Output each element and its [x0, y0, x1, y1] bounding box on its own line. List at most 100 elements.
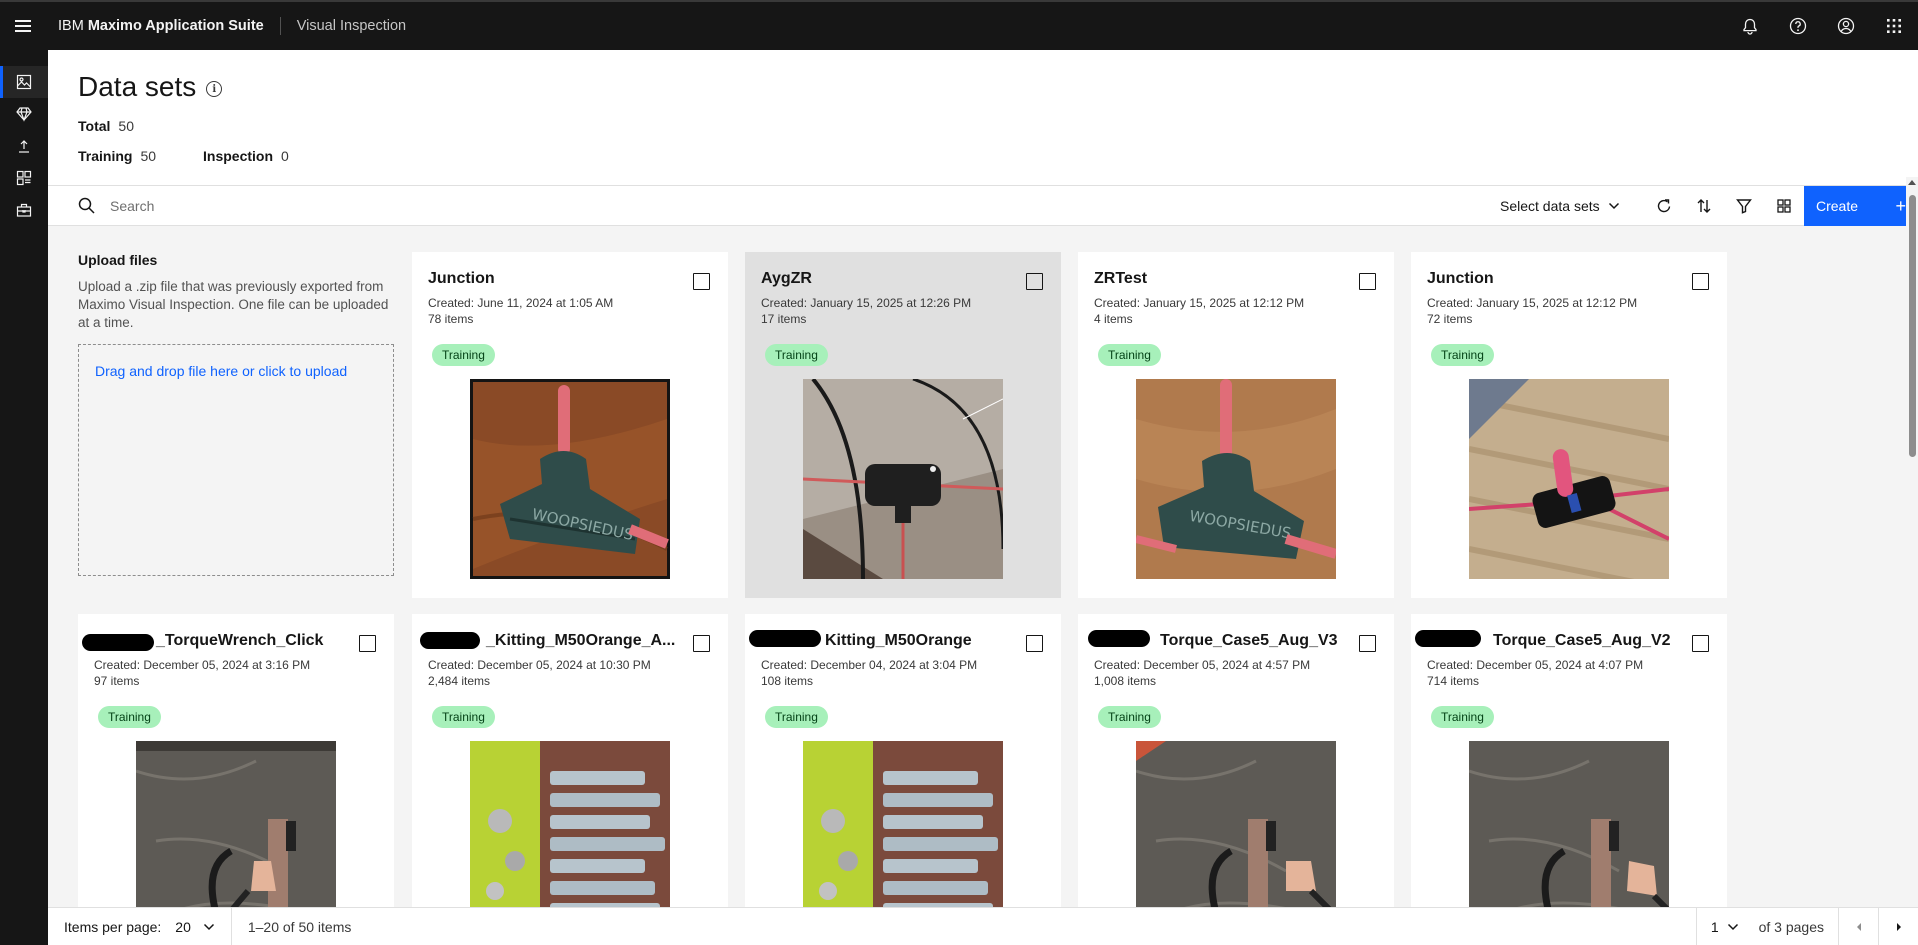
card-thumbnail[interactable]	[1136, 741, 1336, 907]
card-title-text: _TorqueWrench_Click	[156, 632, 324, 649]
brand-prefix: IBM	[58, 18, 84, 34]
info-icon[interactable]: i	[206, 81, 223, 97]
top-header: IBM Maximo Application Suite Visual Insp…	[0, 0, 1918, 50]
card-item-count: 72 items	[1427, 312, 1473, 326]
card-checkbox[interactable]	[693, 635, 710, 652]
plus-icon: +	[1895, 196, 1906, 216]
create-button[interactable]: Create +	[1804, 186, 1918, 226]
training-tag: Training	[1098, 706, 1161, 728]
brand[interactable]: IBM Maximo Application Suite	[46, 17, 281, 35]
stat-total-value: 50	[118, 118, 134, 134]
refresh-icon[interactable]	[1644, 186, 1684, 226]
card-thumbnail[interactable]	[136, 741, 336, 907]
upload-dropzone[interactable]: Drag and drop file here or click to uplo…	[78, 344, 394, 576]
user-avatar-icon[interactable]	[1822, 2, 1870, 50]
search-icon	[78, 197, 95, 219]
card-created: Created: December 04, 2024 at 3:04 PM	[761, 658, 978, 672]
card-checkbox[interactable]	[1692, 273, 1709, 290]
card-title[interactable]: AygZR	[761, 270, 1011, 288]
card-thumbnail[interactable]	[1469, 741, 1669, 907]
grid-view-icon[interactable]	[1764, 186, 1804, 226]
redaction	[82, 634, 154, 651]
card-item-count: 2,484 items	[428, 674, 491, 688]
card-title[interactable]: ZRTest	[1094, 270, 1344, 288]
stat-inspection: Inspection 0	[203, 148, 289, 164]
card-checkbox[interactable]	[359, 635, 376, 652]
scroll-up-icon[interactable]	[1908, 180, 1916, 185]
card-thumbnail[interactable]	[803, 741, 1003, 907]
training-tag: Training	[1431, 344, 1494, 366]
page-total: of 3 pages	[1758, 919, 1824, 935]
filter-icon[interactable]	[1724, 186, 1764, 226]
create-button-label: Create	[1816, 198, 1859, 214]
scrollbar[interactable]	[1906, 177, 1918, 857]
card-created: Created: December 05, 2024 at 4:07 PM	[1427, 658, 1644, 672]
stat-inspection-label: Inspection	[203, 148, 274, 164]
card-checkbox[interactable]	[1026, 635, 1043, 652]
dataset-card[interactable]: ZRTest Created: January 15, 2025 at 12:1…	[1078, 252, 1394, 598]
prev-page-button[interactable]	[1838, 908, 1878, 945]
card-thumbnail[interactable]: WOOPSIEDUS	[1136, 379, 1336, 579]
card-thumbnail[interactable]: WOOPSIEDUS	[470, 379, 670, 579]
dataset-card[interactable]: Kitting_M50Orange Created: December 04, …	[745, 614, 1061, 907]
training-tag: Training	[432, 344, 495, 366]
card-created: Created: June 11, 2024 at 1:05 AM	[428, 296, 614, 310]
product-name: Visual Inspection	[296, 18, 407, 34]
nav-toolbox-icon[interactable]	[0, 194, 48, 226]
items-per-page-value: 20	[175, 918, 191, 935]
nav-models-icon[interactable]	[0, 98, 48, 130]
stat-training-value: 50	[140, 148, 157, 164]
select-data-sets-dropdown[interactable]: Select data sets	[1488, 186, 1632, 226]
training-tag: Training	[1098, 344, 1161, 366]
side-nav	[0, 50, 48, 945]
training-tag: Training	[98, 706, 161, 728]
chevron-down-icon	[1608, 202, 1619, 210]
sort-icon[interactable]	[1684, 186, 1724, 226]
card-thumbnail[interactable]	[470, 741, 670, 907]
card-created: Created: December 05, 2024 at 3:16 PM	[94, 658, 311, 672]
chevron-down-icon	[203, 923, 214, 930]
dataset-card[interactable]: AygZR Created: January 15, 2025 at 12:26…	[745, 252, 1061, 598]
dataset-card[interactable]: _Kitting_M50Orange_A... Created: Decembe…	[412, 614, 728, 907]
stat-total: Total 50	[78, 118, 134, 134]
dataset-card[interactable]: _TorqueWrench_Click Created: December 05…	[78, 614, 394, 907]
card-created: Created: January 15, 2025 at 12:26 PM	[761, 296, 972, 310]
dataset-card[interactable]: Torque_Case5_Aug_V3 Created: December 05…	[1078, 614, 1394, 907]
stat-inspection-value: 0	[281, 148, 289, 164]
scroll-thumb[interactable]	[1909, 195, 1916, 457]
app-switcher-icon[interactable]	[1870, 2, 1918, 50]
toolbar: Select data sets Create +	[48, 186, 1918, 226]
page-select[interactable]: 1	[1695, 908, 1753, 945]
card-item-count: 4 items	[1094, 312, 1133, 326]
card-created: Created: December 05, 2024 at 10:30 PM	[428, 658, 651, 672]
items-per-page-select[interactable]: 20	[161, 907, 232, 945]
training-tag: Training	[765, 706, 828, 728]
chevron-down-icon	[1727, 923, 1738, 931]
card-title[interactable]: Junction	[428, 270, 678, 288]
help-icon[interactable]	[1774, 2, 1822, 50]
main-content: Data sets i Total 50 Training 50 Inspectio…	[48, 50, 1918, 945]
stat-training: Training 50	[78, 148, 156, 164]
nav-deploy-icon[interactable]	[0, 130, 48, 162]
nav-datasets-icon[interactable]	[0, 66, 48, 98]
card-checkbox[interactable]	[1692, 635, 1709, 652]
next-page-button[interactable]	[1878, 908, 1918, 945]
card-checkbox[interactable]	[1026, 273, 1043, 290]
card-checkbox[interactable]	[1359, 273, 1376, 290]
card-thumbnail[interactable]	[1469, 379, 1669, 579]
item-range: 1–20 of 50 items	[247, 918, 352, 935]
card-checkbox[interactable]	[693, 273, 710, 290]
dropzone-link[interactable]: Drag and drop file here or click to uplo…	[95, 363, 347, 379]
hamburger-icon[interactable]	[0, 2, 46, 50]
card-title[interactable]: Junction	[1427, 270, 1677, 288]
dataset-card[interactable]: Junction Created: January 15, 2025 at 12…	[1411, 252, 1727, 598]
card-thumbnail[interactable]	[803, 379, 1003, 579]
dataset-card[interactable]: Junction Created: June 11, 2024 at 1:05 …	[412, 252, 728, 598]
nav-dashboard-icon[interactable]	[0, 162, 48, 194]
brand-name: Maximo Application Suite	[87, 18, 264, 34]
bell-icon[interactable]	[1726, 2, 1774, 50]
dataset-card[interactable]: Torque_Case5_Aug_V2 Created: December 05…	[1411, 614, 1727, 907]
search-input[interactable]	[110, 186, 1110, 226]
card-checkbox[interactable]	[1359, 635, 1376, 652]
page-header: Data sets i Total 50 Training 50 Inspectio…	[48, 50, 1918, 186]
